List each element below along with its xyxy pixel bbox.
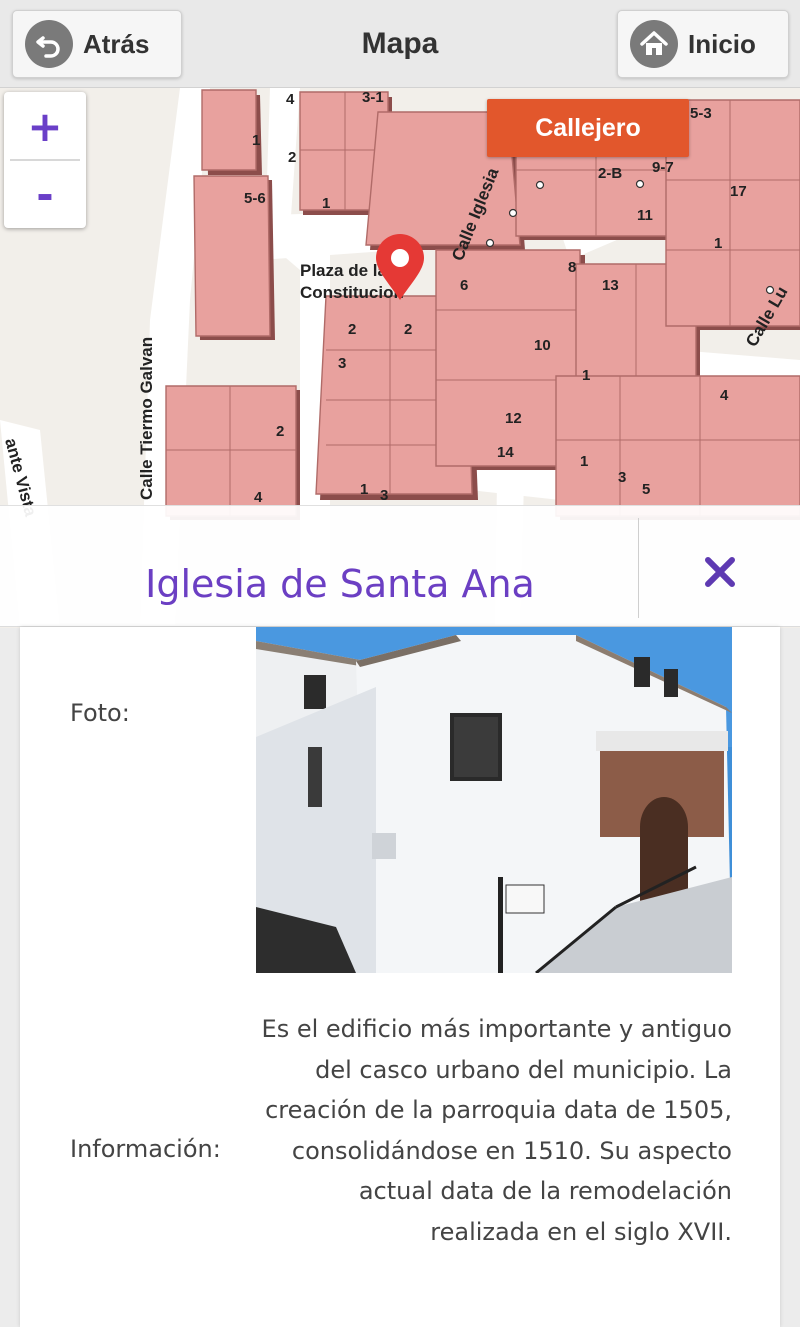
svg-text:5: 5	[642, 481, 650, 498]
svg-text:3: 3	[380, 487, 388, 504]
zoom-divider	[10, 159, 80, 161]
svg-text:4: 4	[286, 91, 295, 108]
svg-text:12: 12	[505, 410, 522, 427]
svg-text:3-1: 3-1	[362, 89, 384, 106]
svg-text:10: 10	[534, 337, 551, 354]
back-button[interactable]: Atrás	[12, 10, 182, 78]
label-plaza: Plaza de la	[300, 261, 387, 280]
svg-text:8: 8	[568, 259, 576, 276]
close-button[interactable]	[690, 542, 750, 602]
back-label: Atrás	[83, 28, 150, 59]
svg-text:5-6: 5-6	[244, 190, 266, 207]
svg-text:1: 1	[582, 367, 590, 384]
svg-text:13: 13	[602, 277, 619, 294]
svg-text:2: 2	[288, 149, 296, 166]
svg-text:2: 2	[276, 423, 284, 440]
svg-text:14: 14	[497, 444, 514, 461]
svg-text:4: 4	[254, 489, 263, 506]
svg-text:2-B: 2-B	[598, 165, 622, 182]
home-button[interactable]: Inicio	[617, 10, 789, 78]
close-icon	[705, 557, 735, 587]
callejero-button[interactable]: Callejero	[487, 99, 689, 157]
svg-text:3: 3	[338, 355, 346, 372]
back-arrow-icon	[25, 20, 73, 68]
svg-text:1: 1	[580, 453, 588, 470]
church-photo	[256, 627, 732, 973]
label-constitucion: Constitucion	[300, 283, 404, 302]
svg-text:4: 4	[720, 387, 729, 404]
svg-text:2: 2	[404, 321, 412, 338]
svg-text:5-3: 5-3	[690, 105, 712, 122]
home-label: Inicio	[688, 28, 756, 59]
label-calle-tiermo: Calle Tiermo Galvan	[137, 337, 156, 500]
svg-text:1: 1	[252, 132, 260, 149]
svg-text:9-7: 9-7	[652, 159, 674, 176]
svg-text:1: 1	[360, 481, 368, 498]
svg-text:1: 1	[714, 235, 722, 252]
svg-text:17: 17	[730, 183, 747, 200]
svg-text:11: 11	[637, 207, 653, 224]
home-icon	[630, 20, 678, 68]
svg-text:2: 2	[348, 321, 356, 338]
zoom-in-button[interactable]: +	[4, 92, 86, 160]
detail-card: Foto: Información: Es el edificio más im…	[20, 627, 780, 1327]
place-name: Iglesia de Santa Ana	[145, 562, 535, 606]
svg-text:1: 1	[322, 195, 330, 212]
foto-label: Foto:	[70, 699, 130, 727]
place-info-bar: Iglesia de Santa Ana	[0, 505, 800, 627]
zoom-control: + -	[4, 92, 86, 228]
app-header: Atrás Mapa Inicio	[0, 0, 800, 88]
info-text: Es el edificio más importante y antiguo …	[261, 1015, 732, 1246]
svg-text:6: 6	[460, 277, 468, 294]
svg-text:3: 3	[618, 469, 626, 486]
zoom-out-button[interactable]: -	[4, 160, 86, 228]
infobar-divider	[638, 518, 639, 618]
info-label: Información:	[70, 1135, 221, 1163]
